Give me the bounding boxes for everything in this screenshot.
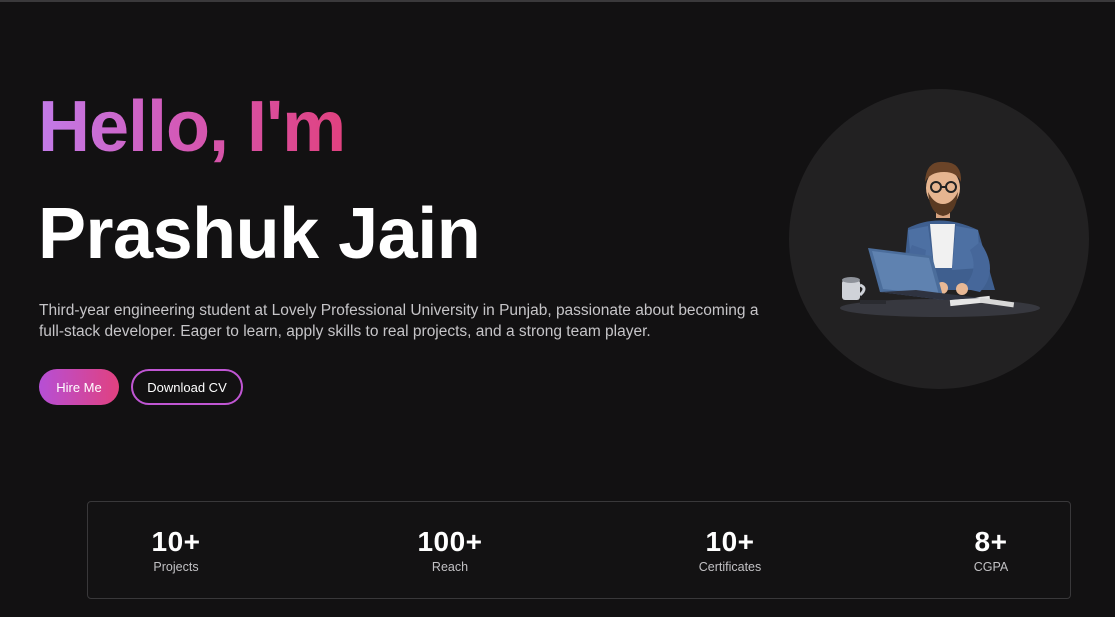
download-cv-button[interactable]: Download CV	[131, 369, 243, 405]
name-heading: Prashuk Jain	[38, 194, 481, 274]
stat-projects: 10+ Projects	[96, 526, 256, 575]
stat-cgpa: 8+ CGPA	[911, 526, 1071, 575]
stat-label: Certificates	[698, 560, 762, 574]
stats-panel: 10+ Projects 100+ Reach 10+ Certificates…	[87, 501, 1071, 599]
stat-value: 100+	[417, 526, 483, 557]
stat-label: Projects	[153, 560, 199, 574]
stat-label: CGPA	[973, 560, 1009, 574]
bio-text: Third-year engineering student at Lovely…	[39, 302, 759, 340]
developer-illustration-icon	[840, 161, 1040, 317]
stat-reach: 100+ Reach	[370, 526, 530, 575]
greeting-heading: Hello, I'm	[38, 87, 346, 167]
stat-value: 10+	[151, 526, 201, 557]
stat-certificates: 10+ Certificates	[650, 526, 810, 575]
stat-value: 8+	[974, 526, 1008, 557]
stat-label: Reach	[431, 560, 469, 574]
hire-me-button[interactable]: Hire Me	[39, 369, 119, 405]
stat-value: 10+	[705, 526, 755, 557]
